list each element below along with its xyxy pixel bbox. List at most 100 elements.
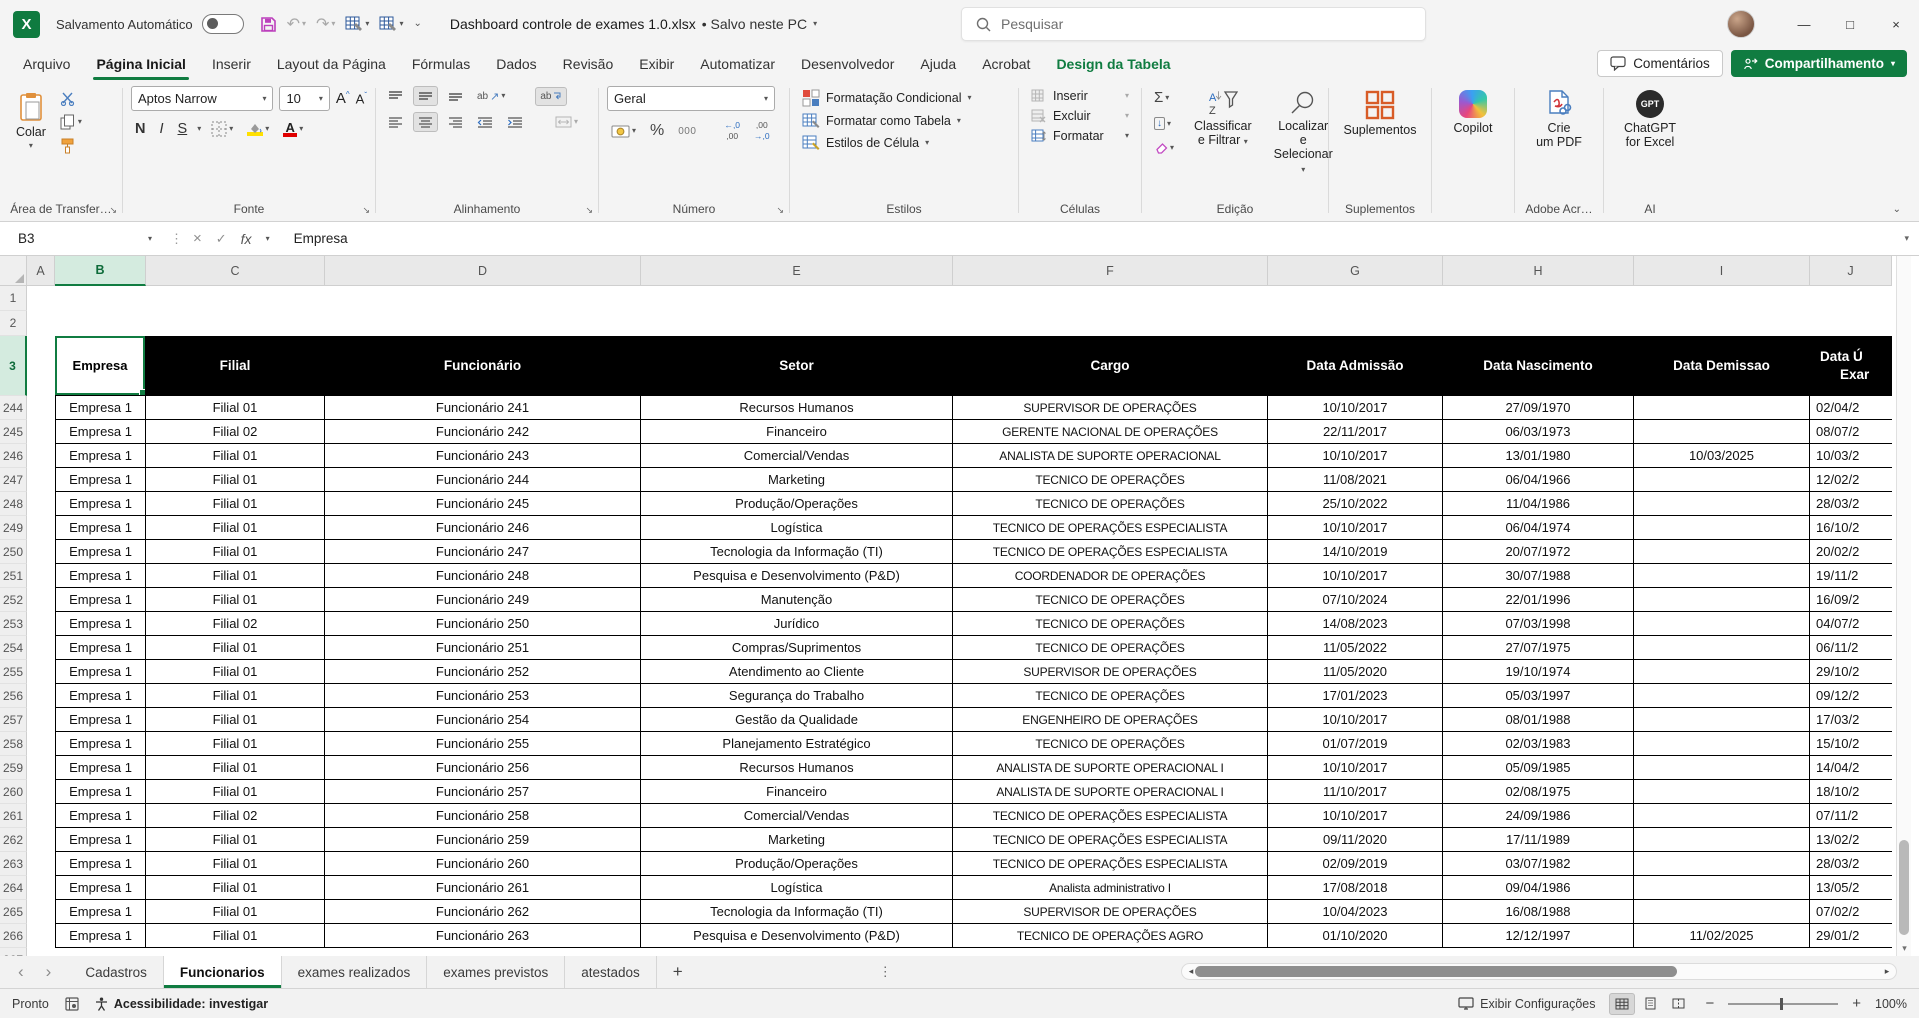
empty-cell[interactable]: [27, 900, 55, 924]
name-box[interactable]: B3▾: [10, 227, 160, 251]
align-center-button[interactable]: [413, 112, 438, 132]
row-header-3[interactable]: 3: [0, 336, 27, 396]
grid-cell[interactable]: Recursos Humanos: [641, 396, 953, 420]
chatgpt-button[interactable]: GPT ChatGPTfor Excel: [1618, 86, 1682, 153]
active-cell-B3[interactable]: Empresa: [55, 336, 146, 396]
row-header-260[interactable]: 260: [0, 780, 27, 804]
grid-cell[interactable]: TECNICO DE OPERAÇÕES AGRO: [953, 924, 1268, 948]
grid-cell[interactable]: 04/07/2: [1810, 612, 1892, 636]
empty-cell[interactable]: [27, 396, 55, 420]
decrease-font-button[interactable]: Aˇ: [356, 91, 367, 106]
grid-cell[interactable]: 18/10/2: [1810, 780, 1892, 804]
grid-cell[interactable]: Planejamento Estratégico: [641, 732, 953, 756]
zoom-slider-thumb[interactable]: [1780, 998, 1783, 1010]
grid-cell[interactable]: 22/01/1996: [1443, 588, 1634, 612]
grid-cell[interactable]: TECNICO DE OPERAÇÕES: [953, 588, 1268, 612]
grid-cell[interactable]: 28/03/2: [1810, 852, 1892, 876]
grid-cell[interactable]: Empresa 1: [55, 780, 146, 804]
align-top-button[interactable]: [384, 87, 407, 105]
grid-cell[interactable]: [1634, 756, 1810, 780]
ribbon-tab-8[interactable]: Automatizar: [687, 48, 788, 80]
column-header-G[interactable]: G: [1268, 256, 1443, 286]
create-pdf-button[interactable]: Crieum PDF: [1530, 86, 1588, 153]
grid-cell[interactable]: Filial 02: [146, 804, 325, 828]
grid-cell[interactable]: Empresa 1: [55, 468, 146, 492]
select-all-corner[interactable]: [0, 256, 27, 286]
column-header-F[interactable]: F: [953, 256, 1268, 286]
grid-cell[interactable]: 17/08/2018: [1268, 876, 1443, 900]
grid-cell[interactable]: [1634, 516, 1810, 540]
grid-cell[interactable]: Gestão da Qualidade: [641, 708, 953, 732]
increase-indent-button[interactable]: [503, 113, 527, 131]
grid-cell[interactable]: Pesquisa e Desenvolvimento (P&D): [641, 924, 953, 948]
empty-cell[interactable]: [27, 732, 55, 756]
italic-button[interactable]: I: [155, 118, 167, 140]
grid-cell[interactable]: Funcionário 243: [325, 444, 641, 468]
row-header-257[interactable]: 257: [0, 708, 27, 732]
grid-cell[interactable]: Funcionário 251: [325, 636, 641, 660]
grid-cell[interactable]: Filial 01: [146, 588, 325, 612]
font-color-button[interactable]: A▾: [279, 118, 307, 140]
insert-cells-button[interactable]: Inserir▾: [1027, 86, 1133, 106]
grid-cell[interactable]: ANALISTA DE SUPORTE OPERACIONAL I: [953, 756, 1268, 780]
grid-cell[interactable]: 07/02/2: [1810, 900, 1892, 924]
grid-cell[interactable]: Funcionário 254: [325, 708, 641, 732]
customize-qat-button[interactable]: ⌄: [413, 19, 421, 29]
grid-cell[interactable]: Filial 01: [146, 444, 325, 468]
grid-cell[interactable]: 20/02/2: [1810, 540, 1892, 564]
column-header-C[interactable]: C: [146, 256, 325, 286]
row-header-245[interactable]: 245: [0, 420, 27, 444]
empty-cell[interactable]: [27, 828, 55, 852]
grid-cell[interactable]: 11/02/2025: [1634, 924, 1810, 948]
undo-button[interactable]: ↶▾: [287, 14, 306, 34]
title-dropdown-icon[interactable]: ▾: [813, 20, 817, 28]
grid-cell[interactable]: Funcionário 241: [325, 396, 641, 420]
grid-cell[interactable]: Funcionário 263: [325, 924, 641, 948]
cell-styles-button[interactable]: Estilos de Célula▾: [798, 132, 1010, 154]
grid-cell[interactable]: 11/08/2021: [1268, 468, 1443, 492]
grid-cell[interactable]: 07/10/2024: [1268, 588, 1443, 612]
grid-cell[interactable]: 24/09/1986: [1443, 804, 1634, 828]
row-header-253[interactable]: 253: [0, 612, 27, 636]
alignment-launcher[interactable]: ↘: [585, 205, 593, 216]
grid-cell[interactable]: 14/04/2: [1810, 756, 1892, 780]
avatar[interactable]: [1727, 10, 1755, 38]
grid-cell[interactable]: 19/10/1974: [1443, 660, 1634, 684]
fill-color-button[interactable]: ▾: [243, 119, 273, 139]
merge-center-button[interactable]: ▾: [551, 113, 582, 131]
grid-cell[interactable]: Filial 02: [146, 420, 325, 444]
grid-cell[interactable]: 11/05/2020: [1268, 660, 1443, 684]
grid-cell[interactable]: Funcionário 245: [325, 492, 641, 516]
grid-cell[interactable]: 13/01/1980: [1443, 444, 1634, 468]
row-header-255[interactable]: 255: [0, 660, 27, 684]
font-launcher[interactable]: ↘: [362, 205, 370, 216]
grid-cell[interactable]: [1634, 420, 1810, 444]
grid-cell[interactable]: TECNICO DE OPERAÇÕES ESPECIALISTA: [953, 828, 1268, 852]
grid-cell[interactable]: 12/12/1997: [1443, 924, 1634, 948]
row-header-264[interactable]: 264: [0, 876, 27, 900]
grid-cell[interactable]: Empresa 1: [55, 420, 146, 444]
grid-cell[interactable]: Segurança do Trabalho: [641, 684, 953, 708]
excel-app-icon[interactable]: X: [13, 11, 40, 38]
grid-cell[interactable]: 01/07/2019: [1268, 732, 1443, 756]
grid-cell[interactable]: TECNICO DE OPERAÇÕES ESPECIALISTA: [953, 540, 1268, 564]
decrease-decimal-button[interactable]: ,00→,0: [750, 118, 774, 145]
grid-cell[interactable]: 13/02/2: [1810, 828, 1892, 852]
empty-cell[interactable]: [27, 444, 55, 468]
autosum-button[interactable]: Σ▾: [1150, 86, 1178, 109]
empty-cell[interactable]: [27, 516, 55, 540]
grid-cell[interactable]: TECNICO DE OPERAÇÕES: [953, 612, 1268, 636]
grid-cell[interactable]: Filial 01: [146, 852, 325, 876]
ribbon-tab-3[interactable]: Layout da Página: [264, 48, 399, 80]
header-cell[interactable]: Setor: [641, 336, 953, 396]
grid-cell[interactable]: Empresa 1: [55, 708, 146, 732]
grid-cell[interactable]: 06/04/1974: [1443, 516, 1634, 540]
increase-decimal-button[interactable]: ←,0,00: [720, 118, 744, 145]
grid-cell[interactable]: Filial 01: [146, 732, 325, 756]
grid-cell[interactable]: Filial 01: [146, 924, 325, 948]
column-header-E[interactable]: E: [641, 256, 953, 286]
grid-cell[interactable]: Pesquisa e Desenvolvimento (P&D): [641, 564, 953, 588]
grid-cell[interactable]: Empresa 1: [55, 756, 146, 780]
grid-cell[interactable]: 10/03/2025: [1634, 444, 1810, 468]
grid-cell[interactable]: [1634, 588, 1810, 612]
